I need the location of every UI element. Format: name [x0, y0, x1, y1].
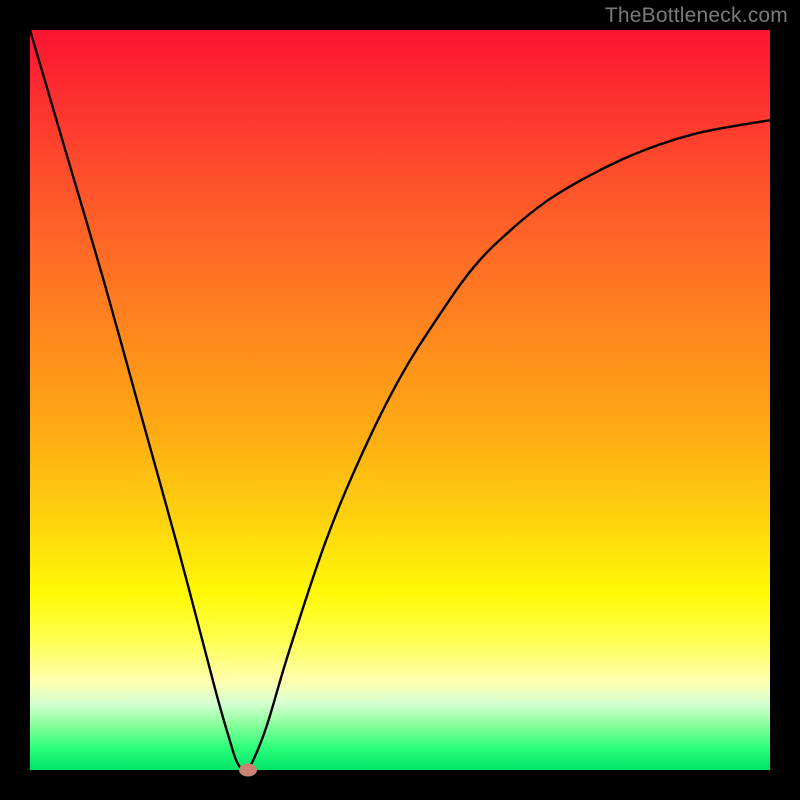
plot-area [30, 30, 770, 770]
bottleneck-curve [30, 30, 770, 770]
optimal-point-marker [239, 764, 257, 777]
curve-layer [30, 30, 770, 770]
chart-frame: TheBottleneck.com [0, 0, 800, 800]
attribution-label: TheBottleneck.com [605, 4, 788, 28]
